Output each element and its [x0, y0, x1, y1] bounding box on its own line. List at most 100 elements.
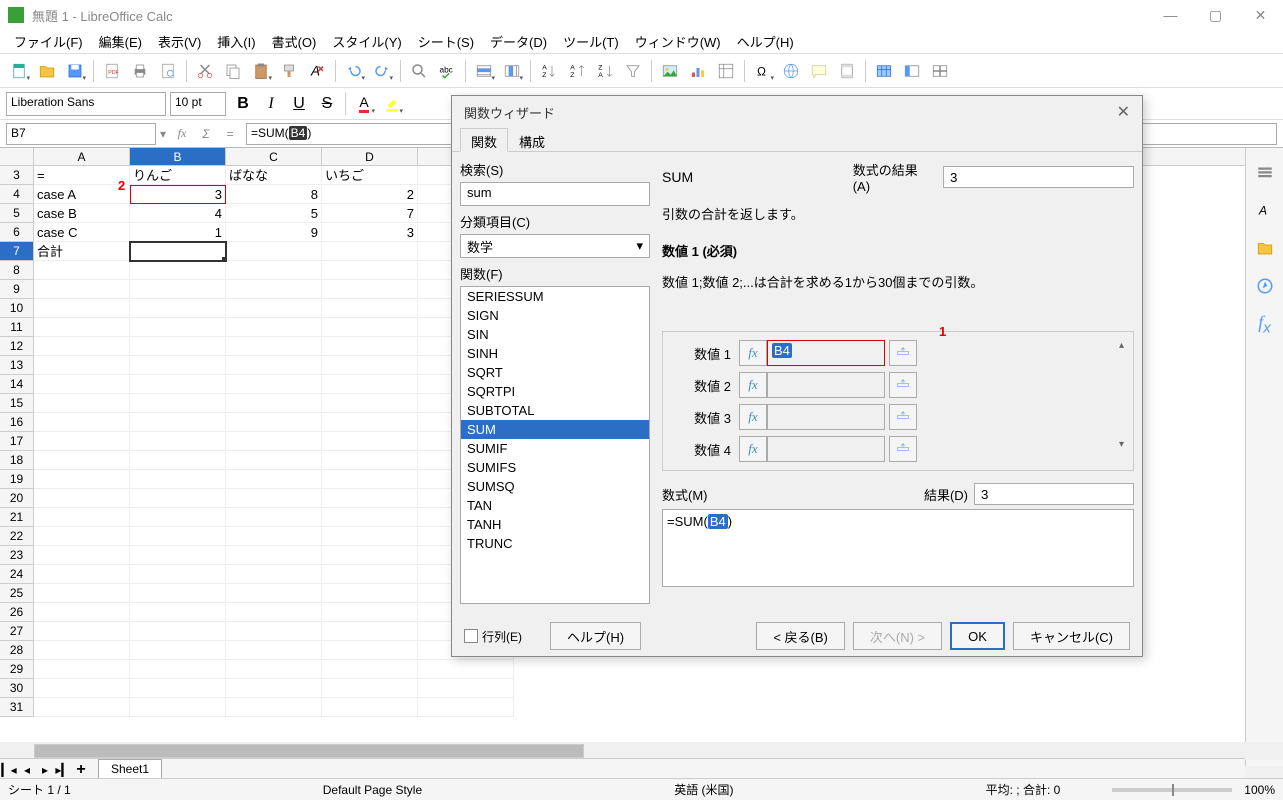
cell-B13[interactable] [130, 356, 226, 375]
font-size-select[interactable]: 10 pt [170, 92, 226, 116]
cell-C20[interactable] [226, 489, 322, 508]
cell-E31[interactable] [418, 698, 514, 717]
copy-button[interactable] [220, 58, 246, 84]
styles-icon[interactable]: A [1253, 198, 1277, 222]
cell-C5[interactable]: 5 [226, 204, 322, 223]
cell-B31[interactable] [130, 698, 226, 717]
cell-D30[interactable] [322, 679, 418, 698]
cell-D17[interactable] [322, 432, 418, 451]
insert-image-button[interactable] [657, 58, 683, 84]
wizard-tab-functions[interactable]: 関数 [460, 128, 508, 152]
wizard-tab-structure[interactable]: 構成 [508, 128, 556, 151]
strikethrough-button[interactable]: S [314, 91, 340, 117]
category-select[interactable]: 数学 [460, 234, 650, 258]
fx-button-4[interactable]: fx [739, 436, 767, 462]
cell-A26[interactable] [34, 603, 130, 622]
cell-D11[interactable] [322, 318, 418, 337]
cell-B24[interactable] [130, 565, 226, 584]
row-header-25[interactable]: 25 [0, 584, 34, 603]
cell-A10[interactable] [34, 299, 130, 318]
cell-A20[interactable] [34, 489, 130, 508]
cell-B11[interactable] [130, 318, 226, 337]
function-item-sqrt[interactable]: SQRT [461, 363, 649, 382]
function-item-sinh[interactable]: SINH [461, 344, 649, 363]
cell-A7[interactable]: 合計 [34, 242, 130, 261]
cell-B18[interactable] [130, 451, 226, 470]
row-header-18[interactable]: 18 [0, 451, 34, 470]
cell-D23[interactable] [322, 546, 418, 565]
save-button[interactable] [62, 58, 88, 84]
result-value[interactable] [974, 483, 1134, 505]
cell-B28[interactable] [130, 641, 226, 660]
status-stats[interactable]: 平均: ; 合計: 0 [986, 781, 1061, 798]
cell-C9[interactable] [226, 280, 322, 299]
cell-B19[interactable] [130, 470, 226, 489]
cell-A23[interactable] [34, 546, 130, 565]
properties-icon[interactable] [1253, 160, 1277, 184]
italic-button[interactable]: I [258, 91, 284, 117]
arg-scroll[interactable]: ▴▾ [1119, 340, 1131, 450]
cell-C17[interactable] [226, 432, 322, 451]
menu-edit[interactable]: 編集(E) [91, 30, 150, 53]
underline-button[interactable]: U [286, 91, 312, 117]
cell-C23[interactable] [226, 546, 322, 565]
function-item-sign[interactable]: SIGN [461, 306, 649, 325]
menu-window[interactable]: ウィンドウ(W) [627, 30, 729, 53]
function-item-sumif[interactable]: SUMIF [461, 439, 649, 458]
cell-D21[interactable] [322, 508, 418, 527]
paste-button[interactable] [248, 58, 274, 84]
cell-A13[interactable] [34, 356, 130, 375]
row-header-8[interactable]: 8 [0, 261, 34, 280]
row-header-22[interactable]: 22 [0, 527, 34, 546]
minimize-button[interactable]: — [1148, 0, 1193, 30]
cut-button[interactable] [192, 58, 218, 84]
sum-button[interactable]: Σ [194, 123, 218, 145]
row-header-20[interactable]: 20 [0, 489, 34, 508]
cell-A28[interactable] [34, 641, 130, 660]
search-input[interactable]: sum [460, 182, 650, 206]
function-item-sumifs[interactable]: SUMIFS [461, 458, 649, 477]
row-header-23[interactable]: 23 [0, 546, 34, 565]
function-item-sqrtpi[interactable]: SQRTPI [461, 382, 649, 401]
cell-D13[interactable] [322, 356, 418, 375]
sort-az-button[interactable]: AZ [536, 58, 562, 84]
cell-D27[interactable] [322, 622, 418, 641]
cell-C11[interactable] [226, 318, 322, 337]
status-zoom[interactable]: 100% [1244, 783, 1275, 797]
define-range-button[interactable] [871, 58, 897, 84]
row-header-28[interactable]: 28 [0, 641, 34, 660]
function-item-sin[interactable]: SIN [461, 325, 649, 344]
column-header-a[interactable]: A [34, 148, 130, 165]
clone-formatting-button[interactable] [276, 58, 302, 84]
font-color-button[interactable]: A [351, 91, 377, 117]
cell-D25[interactable] [322, 584, 418, 603]
shrink-button-1[interactable] [889, 340, 917, 366]
menu-sheet[interactable]: シート(S) [410, 30, 482, 53]
cell-A6[interactable]: case C [34, 223, 130, 242]
cell-A8[interactable] [34, 261, 130, 280]
fx-button-1[interactable]: fx [739, 340, 767, 366]
menu-view[interactable]: 表示(V) [150, 30, 209, 53]
cell-C21[interactable] [226, 508, 322, 527]
cell-B17[interactable] [130, 432, 226, 451]
cell-A12[interactable] [34, 337, 130, 356]
cell-A27[interactable] [34, 622, 130, 641]
cell-B15[interactable] [130, 394, 226, 413]
function-item-trunc[interactable]: TRUNC [461, 534, 649, 553]
cell-A29[interactable] [34, 660, 130, 679]
cell-D19[interactable] [322, 470, 418, 489]
shrink-button-2[interactable] [889, 372, 917, 398]
cell-E30[interactable] [418, 679, 514, 698]
cell-D31[interactable] [322, 698, 418, 717]
cell-C31[interactable] [226, 698, 322, 717]
cell-C12[interactable] [226, 337, 322, 356]
cell-A16[interactable] [34, 413, 130, 432]
cell-D6[interactable]: 3 [322, 223, 418, 242]
cell-C26[interactable] [226, 603, 322, 622]
cell-C24[interactable] [226, 565, 322, 584]
cell-B5[interactable]: 4 [130, 204, 226, 223]
gallery-icon[interactable] [1253, 236, 1277, 260]
formula-result-value[interactable] [943, 166, 1134, 188]
column-button[interactable] [499, 58, 525, 84]
cell-D9[interactable] [322, 280, 418, 299]
